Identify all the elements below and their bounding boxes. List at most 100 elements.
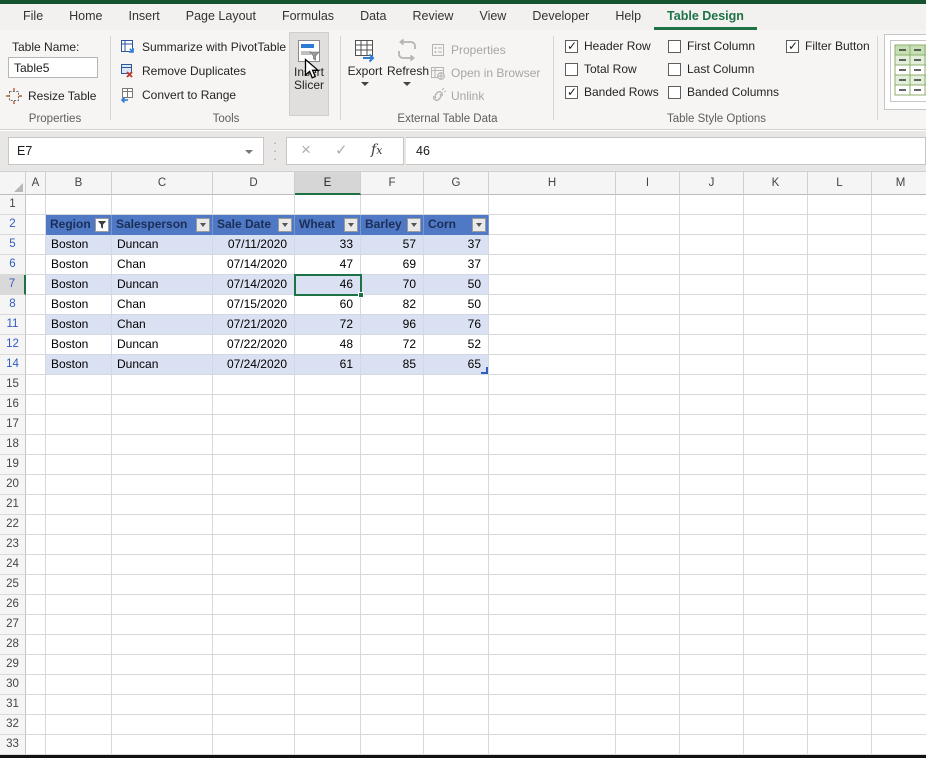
name-box-dropdown-icon[interactable]: [245, 150, 253, 154]
column-header-D[interactable]: D: [213, 172, 295, 195]
tab-developer[interactable]: Developer: [519, 4, 602, 30]
tab-file[interactable]: File: [10, 4, 56, 30]
cell-G12[interactable]: 52: [424, 335, 489, 355]
checkbox-box-header-row[interactable]: [565, 40, 578, 53]
enter-icon[interactable]: ✓: [335, 141, 348, 159]
checkbox-filter-button[interactable]: Filter Button: [786, 37, 870, 55]
cell-F12[interactable]: 72: [361, 335, 424, 355]
row-header-23[interactable]: 23: [0, 535, 26, 555]
tab-view[interactable]: View: [466, 4, 519, 30]
row-header-5[interactable]: 5: [0, 235, 26, 255]
checkbox-header-row[interactable]: Header Row: [565, 37, 659, 55]
cell-G5[interactable]: 37: [424, 235, 489, 255]
cell-B7[interactable]: Boston: [46, 275, 112, 295]
cell-C11[interactable]: Chan: [112, 315, 213, 335]
column-header-K[interactable]: K: [744, 172, 808, 195]
filter-button-region[interactable]: [95, 218, 109, 232]
cell-G14[interactable]: 65: [424, 355, 489, 375]
filter-button-wheat[interactable]: [344, 218, 358, 232]
refresh-button[interactable]: Refresh: [387, 32, 427, 116]
checkbox-first-column[interactable]: First Column: [668, 37, 779, 55]
cell-D5[interactable]: 07/11/2020: [213, 235, 295, 255]
cell-F11[interactable]: 96: [361, 315, 424, 335]
fill-handle[interactable]: [358, 292, 364, 298]
column-header-F[interactable]: F: [361, 172, 424, 195]
row-header-26[interactable]: 26: [0, 595, 26, 615]
name-box[interactable]: E7: [8, 137, 264, 165]
cell-G11[interactable]: 76: [424, 315, 489, 335]
table-resize-handle[interactable]: [481, 367, 488, 374]
export-button[interactable]: Export: [345, 32, 385, 116]
cell-F6[interactable]: 69: [361, 255, 424, 275]
checkbox-box-banded-rows[interactable]: [565, 86, 578, 99]
checkbox-box-total-row[interactable]: [565, 63, 578, 76]
column-header-G[interactable]: G: [424, 172, 489, 195]
row-header-14[interactable]: 14: [0, 355, 26, 375]
row-header-12[interactable]: 12: [0, 335, 26, 355]
cell-B5[interactable]: Boston: [46, 235, 112, 255]
cell-D11[interactable]: 07/21/2020: [213, 315, 295, 335]
tab-data[interactable]: Data: [347, 4, 399, 30]
row-header-28[interactable]: 28: [0, 635, 26, 655]
tab-insert[interactable]: Insert: [116, 4, 173, 30]
column-header-L[interactable]: L: [808, 172, 872, 195]
cell-E6[interactable]: 47: [295, 255, 361, 275]
cell-F5[interactable]: 57: [361, 235, 424, 255]
filter-button-corn[interactable]: [472, 218, 486, 232]
row-header-7[interactable]: 7: [0, 275, 26, 295]
row-header-8[interactable]: 8: [0, 295, 26, 315]
table-header-corn[interactable]: Corn: [424, 215, 489, 235]
table-style-preview[interactable]: [884, 34, 926, 110]
cell-C14[interactable]: Duncan: [112, 355, 213, 375]
row-header-24[interactable]: 24: [0, 555, 26, 575]
cell-E12[interactable]: 48: [295, 335, 361, 355]
checkbox-banded-columns[interactable]: Banded Columns: [668, 83, 779, 101]
resize-table-button[interactable]: Resize Table: [6, 84, 96, 108]
table-header-sale-date[interactable]: Sale Date: [213, 215, 295, 235]
column-header-M[interactable]: M: [872, 172, 926, 195]
checkbox-box-filter-button[interactable]: [786, 40, 799, 53]
checkbox-last-column[interactable]: Last Column: [668, 60, 779, 78]
cell-F14[interactable]: 85: [361, 355, 424, 375]
cell-B6[interactable]: Boston: [46, 255, 112, 275]
checkbox-box-first-column[interactable]: [668, 40, 681, 53]
cell-C12[interactable]: Duncan: [112, 335, 213, 355]
cell-D6[interactable]: 07/14/2020: [213, 255, 295, 275]
cell-F7[interactable]: 70: [361, 275, 424, 295]
cancel-icon[interactable]: ×: [301, 140, 311, 160]
table-header-wheat[interactable]: Wheat: [295, 215, 361, 235]
formula-input[interactable]: 46: [406, 137, 926, 165]
cell-B8[interactable]: Boston: [46, 295, 112, 315]
row-header-25[interactable]: 25: [0, 575, 26, 595]
row-header-6[interactable]: 6: [0, 255, 26, 275]
convert-to-range-button[interactable]: Convert to Range: [120, 83, 286, 107]
checkbox-box-banded-columns[interactable]: [668, 86, 681, 99]
table-name-input[interactable]: [8, 57, 98, 78]
row-header-16[interactable]: 16: [0, 395, 26, 415]
summarize-with-pivottable-button[interactable]: Summarize with PivotTable: [120, 35, 286, 59]
column-header-E[interactable]: E: [295, 172, 361, 195]
cell-B11[interactable]: Boston: [46, 315, 112, 335]
cell-G8[interactable]: 50: [424, 295, 489, 315]
row-header-19[interactable]: 19: [0, 455, 26, 475]
cell-E14[interactable]: 61: [295, 355, 361, 375]
row-header-1[interactable]: 1: [0, 195, 26, 215]
refresh-dropdown-icon[interactable]: [403, 82, 411, 86]
tab-help[interactable]: Help: [602, 4, 654, 30]
row-header-17[interactable]: 17: [0, 415, 26, 435]
checkbox-banded-rows[interactable]: Banded Rows: [565, 83, 659, 101]
filter-button-barley[interactable]: [407, 218, 421, 232]
tab-table-design[interactable]: Table Design: [654, 4, 757, 30]
cell-B12[interactable]: Boston: [46, 335, 112, 355]
cell-B14[interactable]: Boston: [46, 355, 112, 375]
cell-D14[interactable]: 07/24/2020: [213, 355, 295, 375]
cell-E5[interactable]: 33: [295, 235, 361, 255]
cell-G7[interactable]: 50: [424, 275, 489, 295]
tab-review[interactable]: Review: [399, 4, 466, 30]
fx-icon[interactable]: fx: [371, 142, 382, 158]
tab-home[interactable]: Home: [56, 4, 115, 30]
row-header-30[interactable]: 30: [0, 675, 26, 695]
checkbox-box-last-column[interactable]: [668, 63, 681, 76]
column-header-A[interactable]: A: [26, 172, 46, 195]
column-header-B[interactable]: B: [46, 172, 112, 195]
